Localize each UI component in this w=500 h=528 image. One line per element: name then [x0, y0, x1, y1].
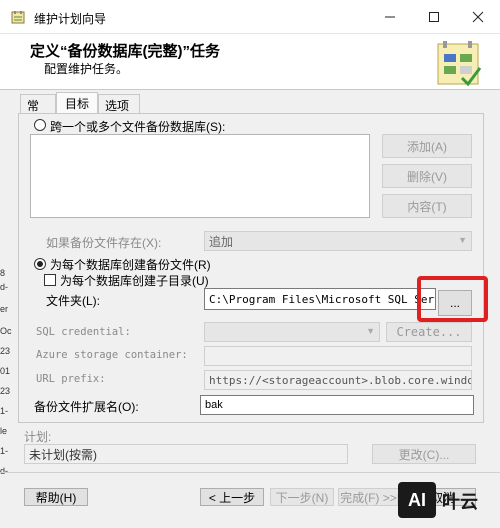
chevron-down-icon: ▼ [366, 326, 375, 336]
next-button[interactable]: 下一步(N) [270, 488, 334, 506]
page-subtitle: 配置维护任务。 [44, 62, 129, 76]
if-exists-value: 追加 [209, 234, 234, 249]
watermark: AI 叶云 [398, 482, 498, 520]
app-icon [11, 11, 25, 24]
contents-button[interactable]: 内容(T) [382, 194, 472, 218]
folder-label: 文件夹(L): [46, 294, 101, 308]
sql-credential-label: SQL credential: [36, 326, 131, 338]
if-exists-select[interactable]: 追加 ▼ [204, 231, 472, 251]
change-schedule-button[interactable]: 更改(C)... [372, 444, 476, 464]
close-button[interactable] [456, 0, 500, 34]
span-files-label: 跨一个或多个文件备份数据库(S): [50, 120, 226, 134]
tab-target[interactable]: 目标 [56, 92, 98, 114]
azure-container-input[interactable] [204, 346, 472, 366]
bg-text: 01 [0, 366, 11, 376]
span-files-radio[interactable] [34, 119, 46, 131]
add-button[interactable]: 添加(A) [382, 134, 472, 158]
schedule-value: 未计划(按需) [24, 444, 348, 464]
page-title: 定义“备份数据库(完整)”任务 [30, 43, 220, 60]
finish-button[interactable]: 完成(F) >>| [338, 488, 402, 506]
wizard-header: 定义“备份数据库(完整)”任务 配置维护任务。 [0, 34, 500, 90]
chevron-down-icon: ▼ [458, 235, 467, 245]
watermark-text: 叶云 [442, 492, 478, 512]
schedule-label: 计划: [24, 430, 52, 444]
bg-text: 1- [0, 446, 9, 456]
bg-text: 23 [0, 346, 11, 356]
bg-text: 1- [0, 406, 9, 416]
bg-text: er [0, 304, 9, 314]
bg-text: d- [0, 466, 9, 476]
tab-general[interactable]: 常规 [20, 94, 56, 130]
url-prefix-input[interactable]: https://<storageaccount>.blob.core.windo… [204, 370, 472, 390]
maximize-icon [429, 12, 439, 22]
database-file-list[interactable] [30, 134, 370, 218]
tab-options[interactable]: 选项 [98, 94, 140, 114]
maximize-button[interactable] [412, 0, 456, 34]
maintenance-plan-icon [437, 41, 482, 87]
minimize-icon [385, 16, 395, 18]
bg-text: 8 [0, 268, 6, 278]
help-button[interactable]: 帮助(H) [24, 488, 88, 506]
bg-text: Oc [0, 326, 12, 336]
create-credential-button[interactable]: Create... [386, 322, 472, 342]
back-button[interactable]: < 上一步 [200, 488, 264, 506]
watermark-logo: AI [398, 482, 436, 518]
extension-label: 备份文件扩展名(O): [34, 400, 139, 414]
per-db-file-label: 为每个数据库创建备份文件(R) [50, 258, 211, 272]
folder-input[interactable]: C:\Program Files\Microsoft SQL Server\MS… [204, 288, 436, 310]
window-title: 维护计划向导 [34, 12, 107, 26]
per-db-subdir-checkbox[interactable] [44, 274, 56, 286]
bg-text: le [0, 426, 8, 436]
url-prefix-label: URL prefix: [36, 373, 106, 385]
close-icon [472, 11, 484, 23]
footer-divider [0, 472, 500, 473]
per-db-subdir-label: 为每个数据库创建子目录(U) [60, 274, 209, 288]
sql-credential-select[interactable]: ▼ [204, 322, 380, 342]
per-db-file-radio[interactable] [34, 258, 46, 270]
extension-input[interactable]: bak [200, 395, 474, 415]
title-bar: 维护计划向导 [0, 0, 500, 34]
bg-text: 23 [0, 386, 11, 396]
highlight-box [417, 276, 488, 322]
minimize-button[interactable] [368, 0, 412, 34]
remove-button[interactable]: 删除(V) [382, 164, 472, 188]
if-exists-label: 如果备份文件存在(X): [46, 236, 162, 250]
bg-text: d- [0, 282, 9, 292]
azure-container-label: Azure storage container: [36, 349, 188, 361]
